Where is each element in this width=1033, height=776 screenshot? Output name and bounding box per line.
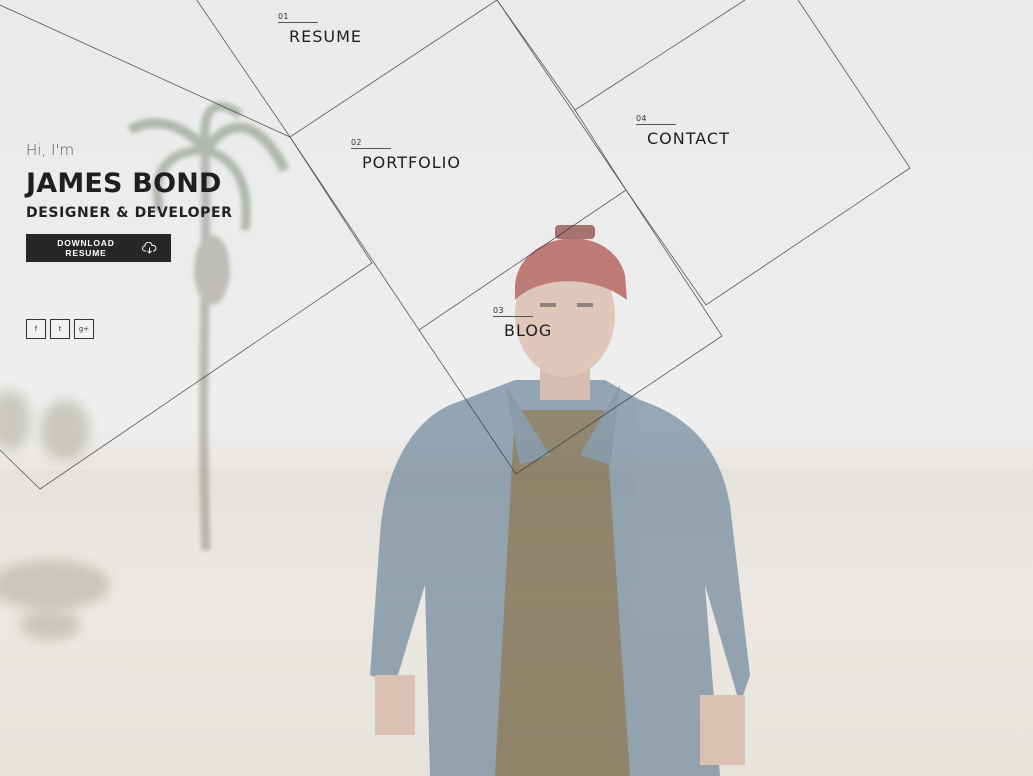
- nav-item-blog[interactable]: 03 BLOG: [493, 306, 552, 340]
- person-photo: [370, 225, 750, 776]
- download-resume-label: DOWNLOAD RESUME: [57, 238, 115, 258]
- google-plus-icon[interactable]: g+: [74, 319, 94, 339]
- nav-number: 02: [351, 138, 391, 149]
- nav-item-portfolio[interactable]: 02 PORTFOLIO: [351, 138, 461, 172]
- nav-label-blog: BLOG: [504, 321, 553, 340]
- profile-name: JAMES BOND: [26, 168, 222, 199]
- nav-item-contact[interactable]: 04 CONTACT: [636, 114, 730, 148]
- hero-background: [0, 0, 1033, 776]
- profile-role: DESIGNER & DEVELOPER: [26, 205, 233, 221]
- nav-label-portfolio: PORTFOLIO: [362, 153, 461, 172]
- intro-block: Hi, I'm JAMES BOND DESIGNER & DEVELOPER …: [26, 141, 233, 262]
- nav-number: 01: [278, 12, 318, 23]
- download-resume-button[interactable]: DOWNLOAD RESUME: [26, 234, 171, 262]
- bush-decoration: [20, 610, 80, 640]
- palm-tree-image: [127, 101, 290, 551]
- nav-label-resume: RESUME: [289, 27, 363, 46]
- nav-item-resume[interactable]: 01 RESUME: [278, 12, 362, 46]
- nav-number: 03: [493, 306, 533, 317]
- social-links: f t g+: [26, 319, 94, 339]
- facebook-icon[interactable]: f: [26, 319, 46, 339]
- nav-number: 04: [636, 114, 676, 125]
- twitter-icon[interactable]: t: [50, 319, 70, 339]
- nav-label-contact: CONTACT: [647, 129, 730, 148]
- cloud-download-icon: [142, 242, 157, 254]
- greeting-text: Hi, I'm: [26, 141, 75, 159]
